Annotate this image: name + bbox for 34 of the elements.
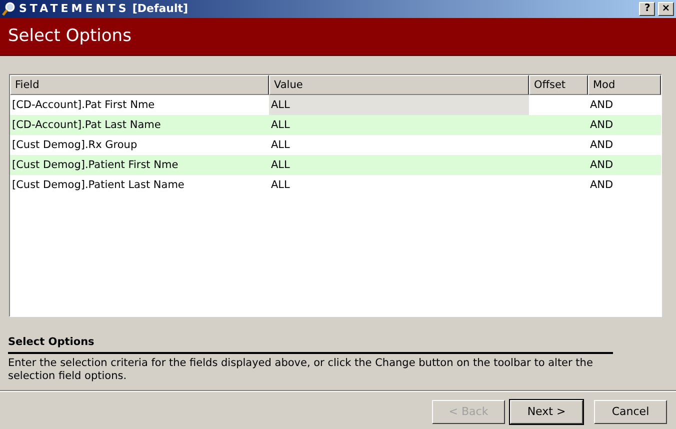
next-button[interactable]: Next > bbox=[510, 400, 583, 424]
magnifier-icon bbox=[2, 2, 16, 16]
value-cell[interactable]: ALL bbox=[269, 175, 529, 195]
field-cell-text: [CD-Account].Pat Last Name bbox=[11, 118, 162, 133]
column-header[interactable]: Offset bbox=[529, 75, 588, 95]
field-cell-text: [Cust Demog].Rx Group bbox=[11, 138, 138, 153]
field-cell-text: [CD-Account].Pat First Nme bbox=[11, 98, 156, 113]
help-button[interactable]: ? bbox=[639, 2, 656, 16]
column-header[interactable]: Value bbox=[269, 75, 529, 95]
table-row[interactable]: [Cust Demog].Patient First Nme ALL AND bbox=[10, 155, 661, 175]
mod-cell-text: AND bbox=[589, 98, 614, 113]
table-row[interactable]: [Cust Demog].Rx Group ALL AND bbox=[10, 135, 661, 155]
mod-cell-text: AND bbox=[589, 138, 614, 153]
field-cell-text: [Cust Demog].Patient Last Name bbox=[11, 178, 186, 193]
value-cell[interactable]: ALL bbox=[269, 135, 529, 155]
mod-cell-text: AND bbox=[589, 178, 614, 193]
column-header[interactable]: Field bbox=[10, 75, 269, 95]
table-row[interactable]: [Cust Demog].Patient Last Name ALL AND bbox=[10, 175, 661, 195]
value-cell[interactable]: ALL bbox=[269, 155, 529, 175]
help-title: Select Options bbox=[8, 335, 613, 354]
close-button[interactable]: × bbox=[658, 2, 674, 16]
mod-cell-text: AND bbox=[589, 118, 614, 133]
window-subtitle: [Default] bbox=[132, 0, 188, 17]
window-title: STATEMENTS bbox=[19, 0, 130, 17]
cancel-button[interactable]: Cancel bbox=[594, 400, 667, 424]
help-text: Enter the selection criteria for the fields displayed above, or click the Change button on the toolbar to alter the selection field options. bbox=[8, 356, 594, 383]
column-header[interactable]: Mod bbox=[588, 75, 661, 95]
table-row[interactable]: [CD-Account].Pat Last Name ALL AND bbox=[10, 115, 661, 135]
mod-cell-text: AND bbox=[589, 158, 614, 173]
table-row[interactable]: [CD-Account].Pat First Nme ALL AND bbox=[10, 95, 661, 115]
value-cell[interactable]: ALL bbox=[269, 95, 529, 115]
value-cell[interactable]: ALL bbox=[269, 115, 529, 135]
header-title: Select Options bbox=[8, 24, 132, 48]
field-cell-text: [Cust Demog].Patient First Nme bbox=[11, 158, 180, 173]
